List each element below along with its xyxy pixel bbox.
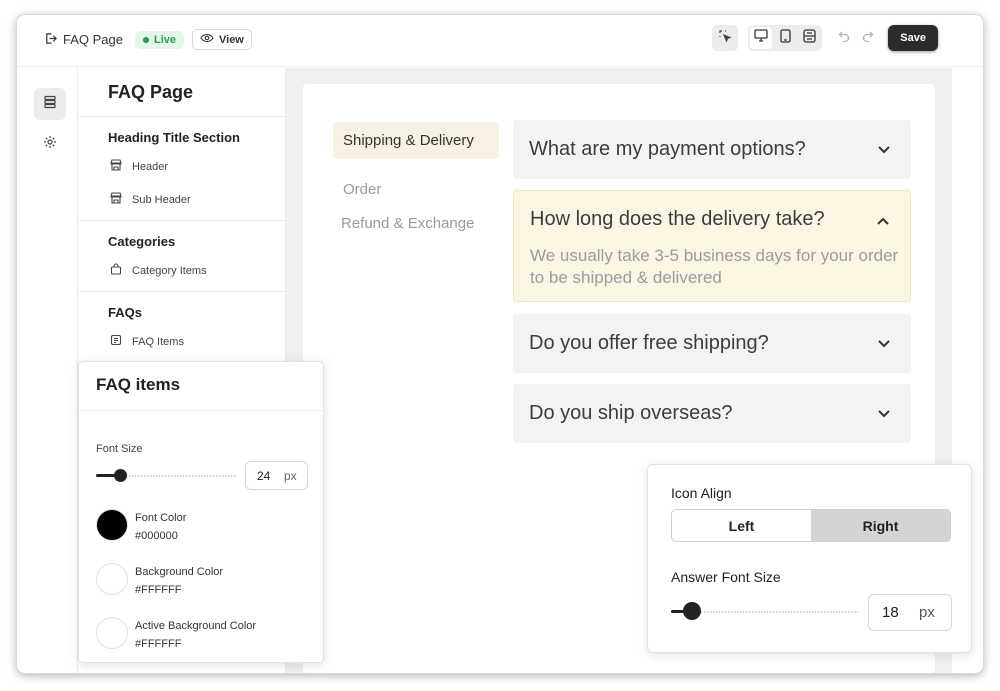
chevron-down-icon	[877, 142, 891, 160]
section-item-header[interactable]: Header	[110, 159, 168, 174]
save-button[interactable]: Save	[888, 25, 938, 51]
fit-view-button[interactable]	[798, 27, 820, 49]
answer-font-size-input[interactable]: 18 px	[868, 594, 952, 631]
faq-items-settings-panel: FAQ items Font Size 24 px Font Color #00…	[78, 361, 325, 663]
font-size-unit: px	[284, 468, 297, 483]
back-to-pages-link[interactable]: FAQ Page	[44, 32, 123, 48]
live-dot-icon	[142, 36, 149, 43]
eye-icon	[200, 33, 214, 46]
color-label: Active Background Color	[135, 620, 257, 632]
font-size-input[interactable]: 24 px	[245, 461, 308, 490]
category-tab-refund[interactable]: Refund & Exchange	[341, 215, 474, 232]
category-tab-order[interactable]: Order	[343, 181, 381, 198]
top-bar-right: Save	[712, 25, 938, 51]
list-doc-icon	[110, 334, 122, 349]
side-rail	[24, 68, 78, 673]
status-badge: Live	[134, 30, 184, 49]
cursor-select-icon	[718, 29, 732, 48]
section-categories: Categories Category Items	[78, 220, 286, 291]
app-window: FAQ Page Live View Save FAQ Page Heading…	[17, 15, 983, 673]
tablet-view-button[interactable]	[774, 27, 796, 49]
faq-item[interactable]: Do you offer free shipping?	[513, 314, 911, 373]
store-front-icon	[110, 159, 122, 174]
undo-icon[interactable]	[838, 29, 850, 47]
faq-question: Do you offer free shipping?	[529, 332, 769, 354]
section-heading: Heading Title Section	[108, 130, 240, 145]
section-item-label: FAQ Items	[132, 335, 184, 348]
color-hex: #000000	[135, 530, 178, 542]
gear-icon	[43, 135, 57, 154]
font-size-slider-handle[interactable]	[113, 469, 127, 482]
bag-icon	[110, 263, 122, 278]
icon-align-settings-panel: Icon Align Left Right Answer Font Size 1…	[647, 464, 972, 653]
faq-item[interactable]: Do you ship overseas?	[513, 384, 911, 443]
device-switcher	[748, 25, 823, 51]
settings-rail-button[interactable]	[34, 128, 66, 160]
exit-icon	[44, 32, 57, 48]
font-color-swatch[interactable]	[96, 509, 128, 541]
divider	[79, 410, 325, 411]
icon-align-right-option[interactable]: Right	[811, 510, 950, 541]
redo-icon[interactable]	[862, 29, 874, 47]
view-label: View	[219, 33, 244, 46]
color-hex: #FFFFFF	[135, 584, 182, 596]
section-faqs: FAQs FAQ Items	[78, 291, 286, 371]
color-hex: #FFFFFF	[135, 638, 182, 650]
font-size-value: 24	[257, 468, 271, 483]
chevron-down-icon	[877, 406, 891, 424]
section-item-label: Header	[132, 160, 169, 173]
section-item-faq-items[interactable]: FAQ Items	[110, 334, 184, 349]
answer-font-size-label: Answer Font Size	[671, 569, 781, 585]
store-front-icon	[110, 192, 122, 207]
color-label: Background Color	[135, 566, 224, 578]
page-name: FAQ Page	[63, 32, 123, 47]
faq-item-expanded[interactable]: How long does the delivery take? We usua…	[513, 190, 911, 302]
faq-item[interactable]: What are my payment options?	[513, 120, 911, 179]
history-controls	[838, 29, 874, 47]
faq-question: Do you ship overseas?	[529, 402, 733, 424]
section-heading: FAQs	[108, 305, 142, 320]
background-color-swatch[interactable]	[96, 563, 128, 595]
section-item-sub-header[interactable]: Sub Header	[110, 192, 191, 207]
font-size-label: Font Size	[96, 443, 143, 455]
faq-answer: We usually take 3-5 business days for yo…	[530, 246, 899, 287]
section-item-label: Sub Header	[132, 193, 191, 206]
icon-align-left-option[interactable]: Left	[672, 510, 811, 541]
tablet-icon	[780, 28, 791, 48]
inspect-button[interactable]	[712, 25, 739, 51]
sections-rail-button[interactable]	[34, 88, 66, 120]
section-item-label: Category Items	[132, 264, 207, 277]
answer-font-size-slider-handle[interactable]	[683, 602, 701, 620]
category-tab-shipping[interactable]: Shipping & Delivery	[333, 122, 499, 159]
section-heading-title: Heading Title Section Header Sub Header	[78, 116, 286, 220]
answer-font-size-value: 18	[882, 604, 899, 621]
faq-question: How long does the delivery take?	[530, 208, 825, 230]
panel-title: FAQ Page	[108, 82, 194, 102]
view-button[interactable]: View	[192, 29, 252, 50]
layers-icon	[43, 95, 57, 114]
icon-align-segmented-control: Left Right	[671, 509, 951, 542]
chevron-up-icon	[876, 213, 890, 231]
section-heading: Categories	[108, 234, 176, 249]
active-background-color-swatch[interactable]	[96, 617, 128, 649]
desktop-view-button[interactable]	[750, 27, 773, 49]
icon-align-label: Icon Align	[671, 485, 732, 501]
chevron-down-icon	[877, 336, 891, 354]
answer-font-size-unit: px	[919, 604, 935, 621]
top-bar: FAQ Page Live View Save	[17, 15, 983, 67]
section-item-category-items[interactable]: Category Items	[110, 263, 207, 278]
status-label: Live	[153, 33, 176, 46]
faq-question: What are my payment options?	[529, 138, 806, 160]
fit-screen-icon	[803, 28, 816, 48]
desktop-icon	[754, 29, 768, 47]
top-bar-left: FAQ Page Live View	[44, 29, 252, 50]
color-label: Font Color	[135, 512, 187, 524]
settings-panel-title: FAQ items	[96, 375, 181, 394]
